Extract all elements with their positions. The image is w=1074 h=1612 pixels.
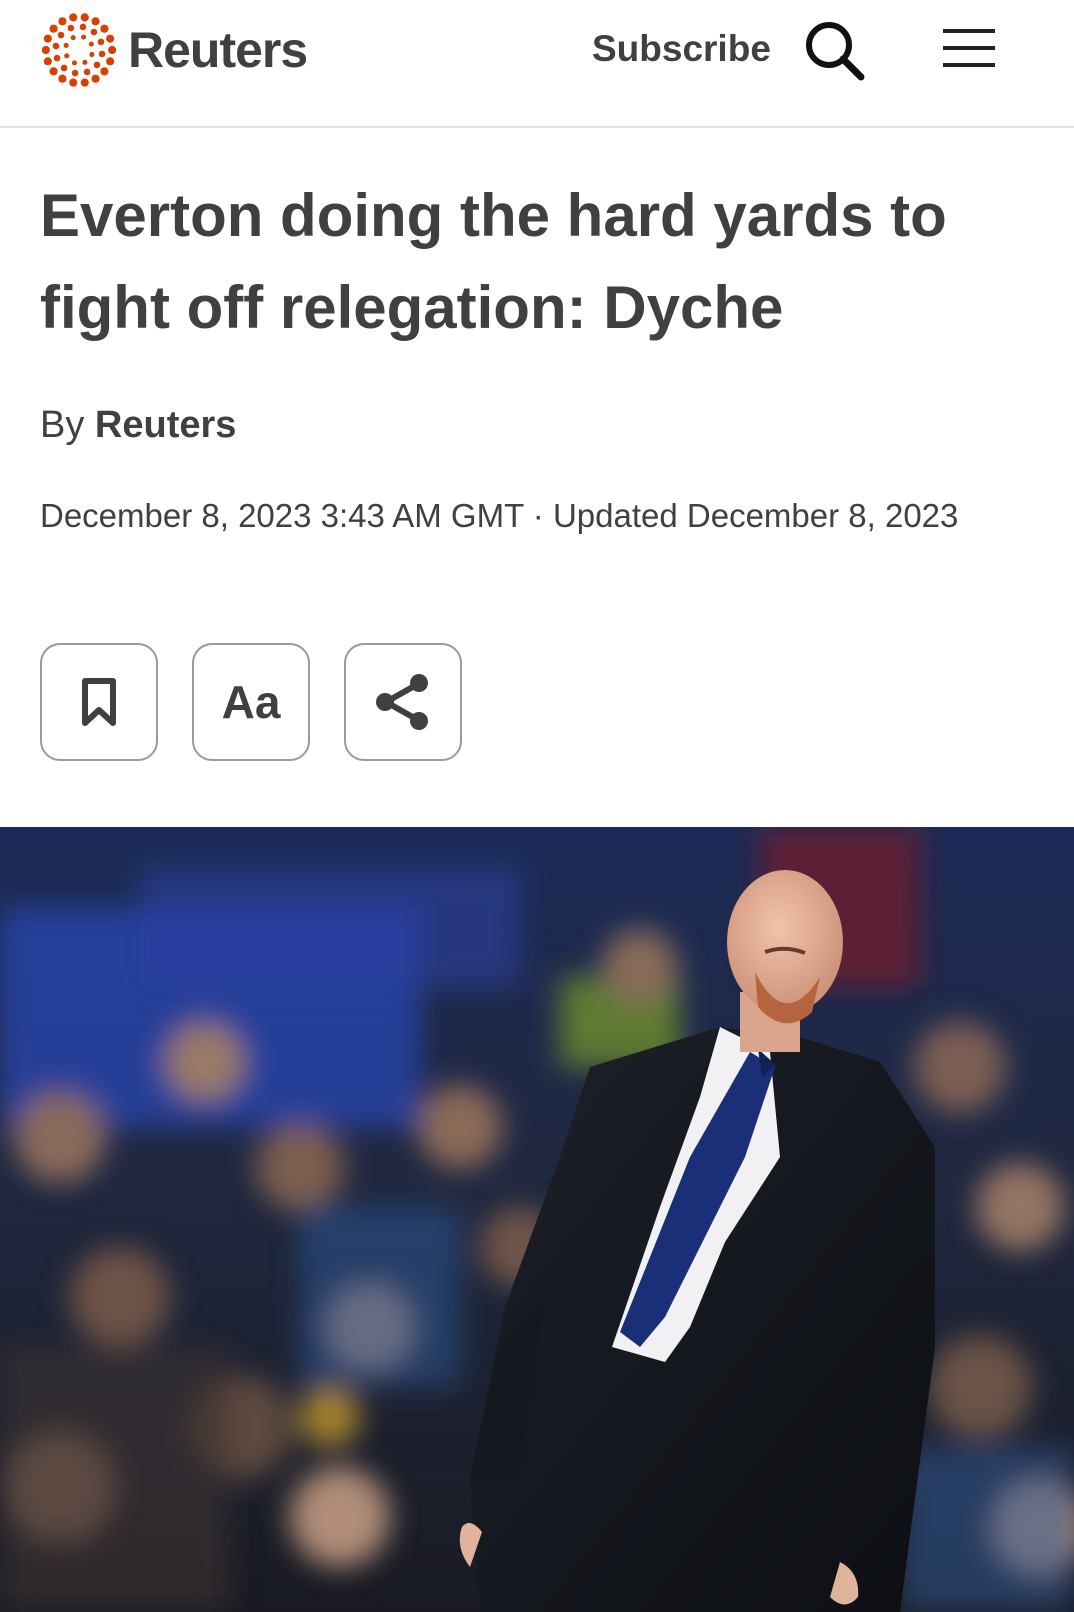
logo-dot — [43, 57, 52, 66]
search-button[interactable] — [800, 16, 870, 86]
photo-illustration — [0, 827, 1074, 1612]
logo-dot — [81, 34, 87, 40]
logo-dot — [106, 57, 115, 66]
logo-dot — [97, 38, 105, 46]
logo-dot — [71, 69, 79, 77]
logo-dot — [69, 78, 78, 87]
text-size-icon: Aa — [221, 676, 281, 728]
logo-dot — [88, 41, 94, 47]
reuters-logo[interactable]: Reuters — [40, 10, 308, 90]
logo-dot — [93, 61, 101, 69]
text-size-button[interactable]: Aa — [192, 643, 310, 761]
byline: By Reuters — [40, 400, 236, 450]
menu-button[interactable] — [938, 22, 1000, 74]
article-dateline: December 8, 2023 3:43 AM GMT · Updated D… — [40, 497, 959, 534]
logo-dot — [41, 45, 50, 55]
logo-dot — [80, 13, 89, 22]
share-button[interactable] — [344, 643, 462, 761]
logo-dot — [49, 67, 58, 76]
site-header: Reuters Subscribe — [0, 0, 1074, 128]
logo-dot — [108, 45, 117, 55]
bookmark-icon — [82, 678, 116, 726]
byline-author-link[interactable]: Reuters — [95, 404, 237, 446]
logo-dot — [58, 74, 67, 83]
lead-photo — [0, 827, 1074, 1612]
logo-dot — [67, 24, 75, 32]
logo-dot — [58, 17, 67, 26]
logo-dot — [71, 60, 77, 66]
logo-dot — [89, 52, 95, 58]
logo-dot — [98, 50, 106, 58]
logo-dot — [91, 17, 100, 26]
logo-dot — [79, 23, 87, 31]
brand-name: Reuters — [128, 22, 308, 78]
logo-dot — [53, 54, 61, 62]
logo-dot — [64, 53, 70, 59]
search-icon — [806, 22, 865, 81]
byline-prefix: By — [40, 404, 85, 446]
logo-dot — [82, 59, 88, 65]
logo-dot — [49, 24, 58, 33]
hamburger-menu-icon — [943, 29, 995, 67]
logo-dot — [100, 24, 109, 33]
logo-dot — [43, 34, 52, 43]
logo-dot — [63, 42, 69, 48]
subscribe-button[interactable]: Subscribe — [592, 24, 771, 74]
logo-dot — [60, 64, 68, 72]
logo-dot — [91, 74, 100, 83]
logo-dot — [83, 68, 91, 76]
logo-dot — [80, 78, 89, 87]
logo-dot — [100, 67, 109, 76]
logo-dot — [106, 34, 115, 43]
logo-dot — [90, 28, 98, 36]
logo-dot — [57, 31, 65, 39]
article-headline: Everton doing the hard yards to fight of… — [40, 182, 947, 341]
bookmark-button[interactable] — [40, 643, 158, 761]
logo-dot — [52, 42, 60, 50]
reuters-logo-icon — [41, 13, 117, 87]
logo-dot — [70, 35, 76, 41]
logo-dot — [69, 13, 78, 22]
share-icon — [376, 674, 428, 730]
